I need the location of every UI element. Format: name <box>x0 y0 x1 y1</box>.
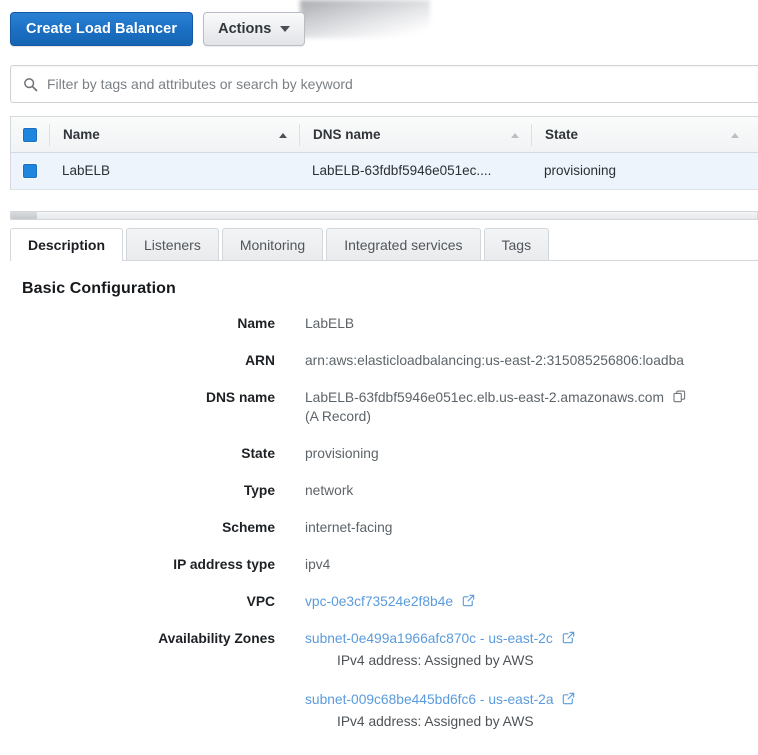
cell-state: provisioning <box>531 161 751 181</box>
tab-listeners[interactable]: Listeners <box>126 228 219 260</box>
tab-monitoring-label: Monitoring <box>240 237 305 253</box>
column-header-name-label: Name <box>49 124 299 146</box>
actions-button-label: Actions <box>218 21 271 37</box>
row-select-cell <box>11 164 49 178</box>
description-panel: Basic Configuration Name LabELB ARN arn:… <box>10 261 758 755</box>
field-vpc-value: vpc-0e3cf73524e2f8b4e <box>275 592 758 611</box>
field-name-label: Name <box>10 314 275 333</box>
subnet-ipv4-note: IPv4 address: Assigned by AWS <box>305 651 758 670</box>
sort-icon[interactable] <box>511 133 519 138</box>
field-dns-name-value: LabELB-63fdbf5946e051ec.elb.us-east-2.am… <box>275 388 758 426</box>
availability-zone-item: subnet-009c68be445bd6fc6 - us-east-2a IP… <box>305 690 758 731</box>
scrollbar-thumb[interactable] <box>11 212 37 219</box>
image-artifact-smudge <box>300 0 430 38</box>
field-dns-name: DNS name LabELB-63fdbf5946e051ec.elb.us-… <box>10 388 758 426</box>
vpc-link[interactable]: vpc-0e3cf73524e2f8b4e <box>305 594 453 609</box>
field-availability-zones-label: Availability Zones <box>10 629 275 648</box>
field-state: State provisioning <box>10 444 758 463</box>
subnet-link[interactable]: subnet-0e499a1966afc870c - us-east-2c <box>305 631 553 646</box>
basic-configuration-fields: Name LabELB ARN arn:aws:elasticloadbalan… <box>10 314 758 751</box>
select-all-cell <box>11 128 49 142</box>
horizontal-scrollbar[interactable] <box>10 211 758 220</box>
tab-description[interactable]: Description <box>10 228 123 260</box>
tab-integrated-services-label: Integrated services <box>344 237 462 253</box>
cell-dns-name-text: LabELB-63fdbf5946e051ec.... <box>299 161 531 181</box>
toolbar: Create Load Balancer Actions <box>10 12 305 46</box>
availability-zone-item: subnet-0e499a1966afc870c - us-east-2c IP… <box>305 629 758 670</box>
sort-ascending-icon[interactable] <box>279 133 287 138</box>
search-icon <box>23 77 38 92</box>
field-state-value: provisioning <box>275 444 758 463</box>
chevron-down-icon <box>280 26 290 32</box>
field-scheme: Scheme internet-facing <box>10 518 758 537</box>
external-link-icon[interactable] <box>562 692 575 705</box>
row-checkbox[interactable] <box>23 164 37 178</box>
dns-record-note: (A Record) <box>305 407 758 426</box>
tab-tags[interactable]: Tags <box>484 228 550 260</box>
copy-icon[interactable] <box>673 390 686 403</box>
column-header-name[interactable]: Name <box>49 124 299 146</box>
field-arn-label: ARN <box>10 351 275 370</box>
column-header-state[interactable]: State <box>531 124 751 146</box>
field-state-label: State <box>10 444 275 463</box>
cell-name-text: LabELB <box>49 161 299 181</box>
section-title: Basic Configuration <box>10 261 758 298</box>
field-scheme-label: Scheme <box>10 518 275 537</box>
field-arn-value: arn:aws:elasticloadbalancing:us-east-2:3… <box>275 351 730 370</box>
external-link-icon[interactable] <box>562 631 575 644</box>
create-load-balancer-button[interactable]: Create Load Balancer <box>10 12 193 46</box>
select-all-checkbox[interactable] <box>23 128 37 142</box>
field-availability-zones-value: subnet-0e499a1966afc870c - us-east-2c IP… <box>275 629 758 751</box>
tab-monitoring[interactable]: Monitoring <box>222 228 323 260</box>
field-name: Name LabELB <box>10 314 758 333</box>
dns-name-text: LabELB-63fdbf5946e051ec.elb.us-east-2.am… <box>305 390 664 405</box>
actions-button[interactable]: Actions <box>203 12 305 46</box>
tab-integrated-services[interactable]: Integrated services <box>326 228 480 260</box>
field-type-label: Type <box>10 481 275 500</box>
filter-bar[interactable] <box>10 65 758 103</box>
search-input[interactable] <box>47 76 687 92</box>
table-header-row: Name DNS name State <box>11 117 758 153</box>
detail-tabs: Description Listeners Monitoring Integra… <box>10 228 758 261</box>
column-header-state-label: State <box>531 124 751 146</box>
aws-load-balancer-console: Create Load Balancer Actions Name DNS na… <box>0 0 758 755</box>
field-arn: ARN arn:aws:elasticloadbalancing:us-east… <box>10 351 758 370</box>
load-balancer-table: Name DNS name State LabELB LabELB-63fdbf… <box>10 116 758 190</box>
column-header-dns-name-label: DNS name <box>299 124 531 146</box>
field-dns-name-label: DNS name <box>10 388 275 407</box>
tab-description-label: Description <box>28 237 105 253</box>
sort-icon[interactable] <box>731 133 739 138</box>
field-ip-address-type-value: ipv4 <box>275 555 758 574</box>
column-header-dns-name[interactable]: DNS name <box>299 124 531 146</box>
subnet-ipv4-note: IPv4 address: Assigned by AWS <box>305 712 758 731</box>
field-availability-zones: Availability Zones subnet-0e499a1966afc8… <box>10 629 758 751</box>
subnet-link[interactable]: subnet-009c68be445bd6fc6 - us-east-2a <box>305 692 554 707</box>
field-ip-address-type-label: IP address type <box>10 555 275 574</box>
cell-dns-name: LabELB-63fdbf5946e051ec.... <box>299 161 531 181</box>
tab-tags-label: Tags <box>502 237 532 253</box>
field-type: Type network <box>10 481 758 500</box>
field-scheme-value: internet-facing <box>275 518 758 537</box>
cell-name: LabELB <box>49 161 299 181</box>
field-name-value: LabELB <box>275 314 758 333</box>
field-vpc: VPC vpc-0e3cf73524e2f8b4e <box>10 592 758 611</box>
field-vpc-label: VPC <box>10 592 275 611</box>
field-ip-address-type: IP address type ipv4 <box>10 555 758 574</box>
tab-listeners-label: Listeners <box>144 237 201 253</box>
cell-state-text: provisioning <box>531 161 751 181</box>
field-type-value: network <box>275 481 758 500</box>
table-row[interactable]: LabELB LabELB-63fdbf5946e051ec.... provi… <box>11 153 758 190</box>
external-link-icon[interactable] <box>462 594 475 607</box>
